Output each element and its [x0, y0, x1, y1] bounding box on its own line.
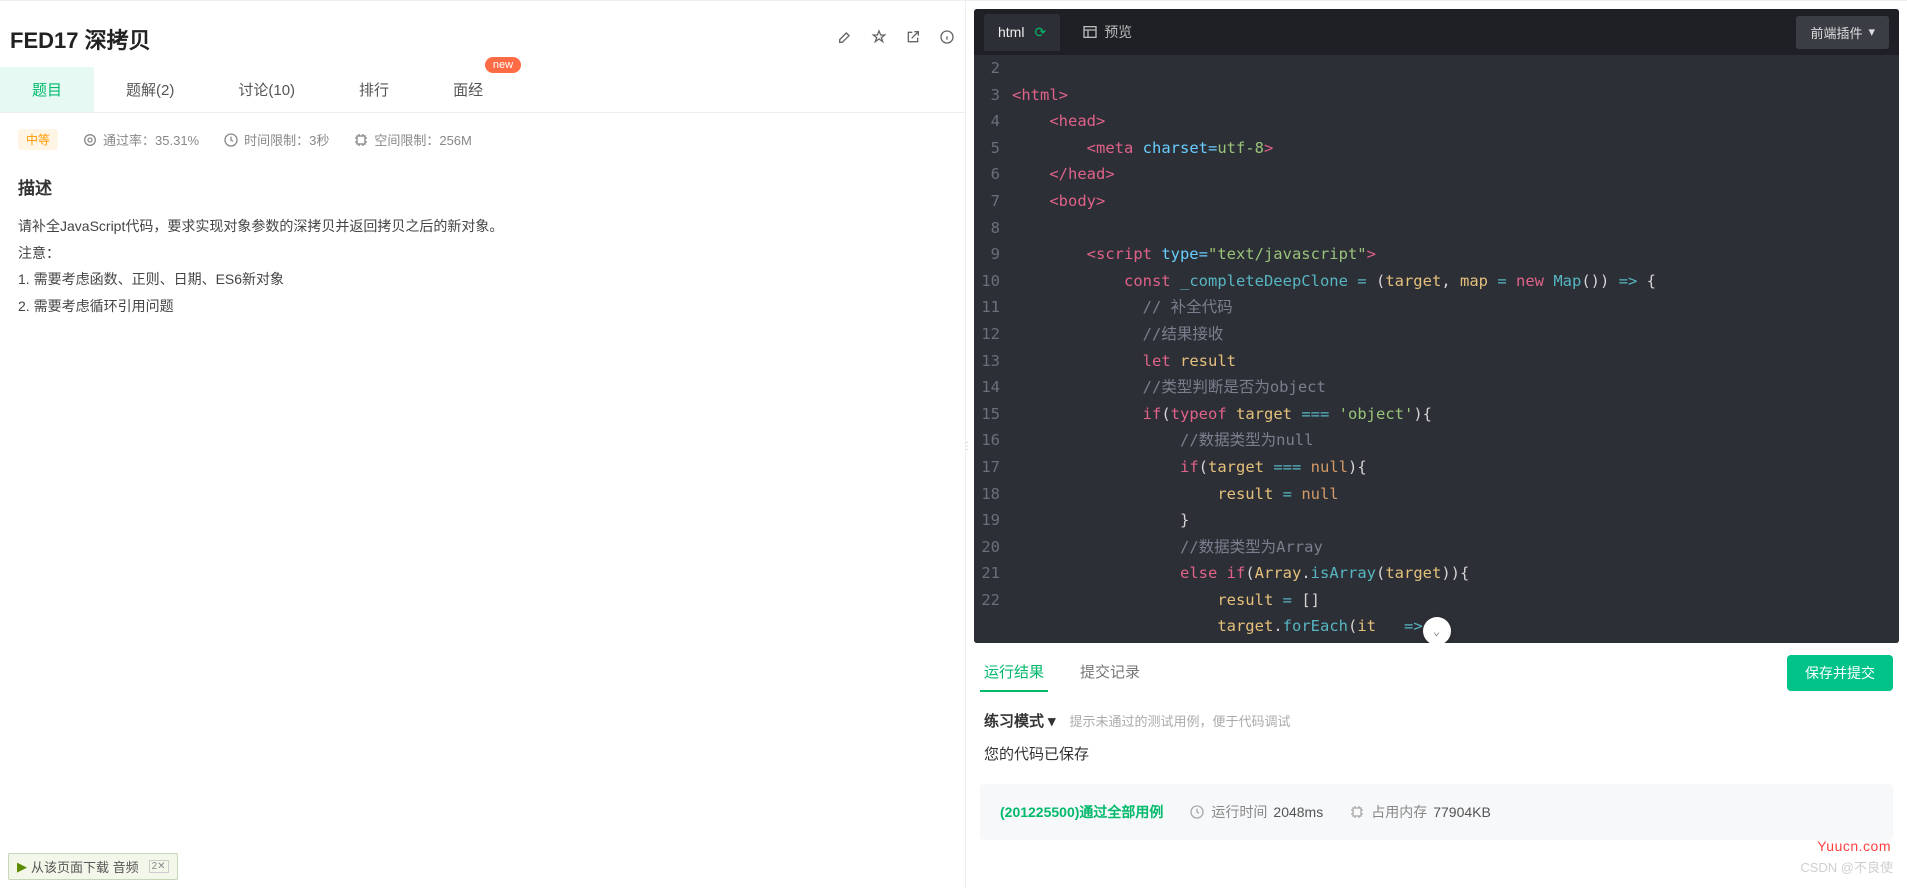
tab-discuss[interactable]: 讨论(10)	[206, 67, 327, 112]
description-heading: 描述	[18, 174, 947, 199]
target-icon	[82, 132, 98, 148]
tab-submission-history[interactable]: 提交记录	[1076, 653, 1144, 692]
code-lines[interactable]: <html> <head> <meta charset=utf-8> </hea…	[1008, 55, 1899, 643]
close-download-bar[interactable]: 2✕	[149, 860, 169, 873]
edit-icon[interactable]	[837, 29, 853, 50]
description-intro: 请补全JavaScript代码，要求实现对象参数的深拷贝并返回拷贝之后的新对象。	[18, 213, 947, 240]
tab-problem[interactable]: 题目	[0, 67, 94, 112]
new-badge: new	[485, 57, 521, 73]
clock-icon	[1189, 804, 1205, 820]
tab-run-result[interactable]: 运行结果	[980, 653, 1048, 692]
editor-tab-html[interactable]: html ⟳	[984, 14, 1060, 51]
panel-splitter[interactable]: ⋮	[962, 444, 970, 474]
description-note-1: 1. 需要考虑函数、正则、日期、ES6新对象	[18, 266, 947, 293]
tab-solution[interactable]: 题解(2)	[94, 67, 206, 112]
download-audio-bar[interactable]: ▶ 从该页面下载 音频 2✕	[8, 853, 178, 880]
tab-interview[interactable]: 面经 new	[421, 67, 515, 112]
difficulty-badge: 中等	[18, 129, 58, 150]
collapse-toggle-icon[interactable]: ⌄	[1423, 617, 1451, 643]
mode-row: 练习模式 ▾ 提示未通过的测试用例，便于代码调试	[966, 692, 1907, 741]
chip-icon	[353, 132, 369, 148]
memory-meta: 占用内存 77904KB	[1349, 802, 1491, 822]
saved-status: 您的代码已保存	[966, 741, 1907, 778]
play-icon[interactable]: ▶	[17, 859, 27, 875]
result-tab-bar: 运行结果 提交记录 保存并提交	[966, 643, 1907, 692]
pass-summary: (201225500)通过全部用例	[1000, 802, 1163, 822]
problem-panel: FED17 深拷贝 题目 题解(2) 讨论(10) 排行 面经 new 中等 通…	[0, 1, 966, 888]
download-audio-label: 从该页面下载 音频	[31, 857, 139, 876]
pass-rate: 通过率：35.31%	[82, 130, 199, 149]
problem-meta-row: 中等 通过率：35.31% 时间限制：3秒 空间限制：256M	[0, 113, 965, 166]
save-submit-button[interactable]: 保存并提交	[1787, 655, 1893, 691]
share-icon[interactable]	[905, 29, 921, 50]
chevron-down-icon: ▾	[1868, 24, 1875, 40]
star-icon[interactable]	[871, 29, 887, 50]
editor-tab-bar: html ⟳ 预览 前端插件 ▾	[974, 9, 1899, 55]
tab-rank[interactable]: 排行	[327, 67, 421, 112]
problem-description: 描述 请补全JavaScript代码，要求实现对象参数的深拷贝并返回拷贝之后的新…	[0, 166, 965, 327]
problem-title: FED17 深拷贝	[10, 23, 151, 55]
time-limit: 时间限制：3秒	[223, 130, 329, 149]
runtime-meta: 运行时间 2048ms	[1189, 802, 1323, 822]
header-action-icons	[837, 29, 955, 50]
editor-panel: html ⟳ 预览 前端插件 ▾ 2 3 4 5 6 7 8 9 1	[966, 1, 1907, 888]
sync-icon[interactable]: ⟳	[1034, 24, 1046, 41]
code-editor[interactable]: html ⟳ 预览 前端插件 ▾ 2 3 4 5 6 7 8 9 1	[974, 9, 1899, 643]
frontend-plugin-button[interactable]: 前端插件 ▾	[1796, 16, 1889, 49]
code-area[interactable]: 2 3 4 5 6 7 8 9 10 11 12 13 14 15 16 17 …	[974, 55, 1899, 643]
line-gutter: 2 3 4 5 6 7 8 9 10 11 12 13 14 15 16 17 …	[974, 55, 1008, 643]
layout-icon	[1082, 24, 1098, 40]
preview-tab[interactable]: 预览	[1082, 22, 1132, 42]
mode-selector[interactable]: 练习模式 ▾	[984, 710, 1056, 731]
problem-tabs: 题目 题解(2) 讨论(10) 排行 面经 new	[0, 67, 965, 113]
description-note-label: 注意：	[18, 240, 947, 267]
chip-icon	[1349, 804, 1365, 820]
info-icon[interactable]	[939, 29, 955, 50]
memory-limit: 空间限制：256M	[353, 130, 472, 149]
description-note-2: 2. 需要考虑循环引用问题	[18, 293, 947, 320]
pass-result-box: (201225500)通过全部用例 运行时间 2048ms 占用内存 77904…	[980, 784, 1893, 840]
tab-interview-label: 面经	[453, 82, 483, 99]
mode-hint: 提示未通过的测试用例，便于代码调试	[1070, 711, 1291, 730]
clock-icon	[223, 132, 239, 148]
chevron-down-icon: ▾	[1048, 712, 1056, 730]
